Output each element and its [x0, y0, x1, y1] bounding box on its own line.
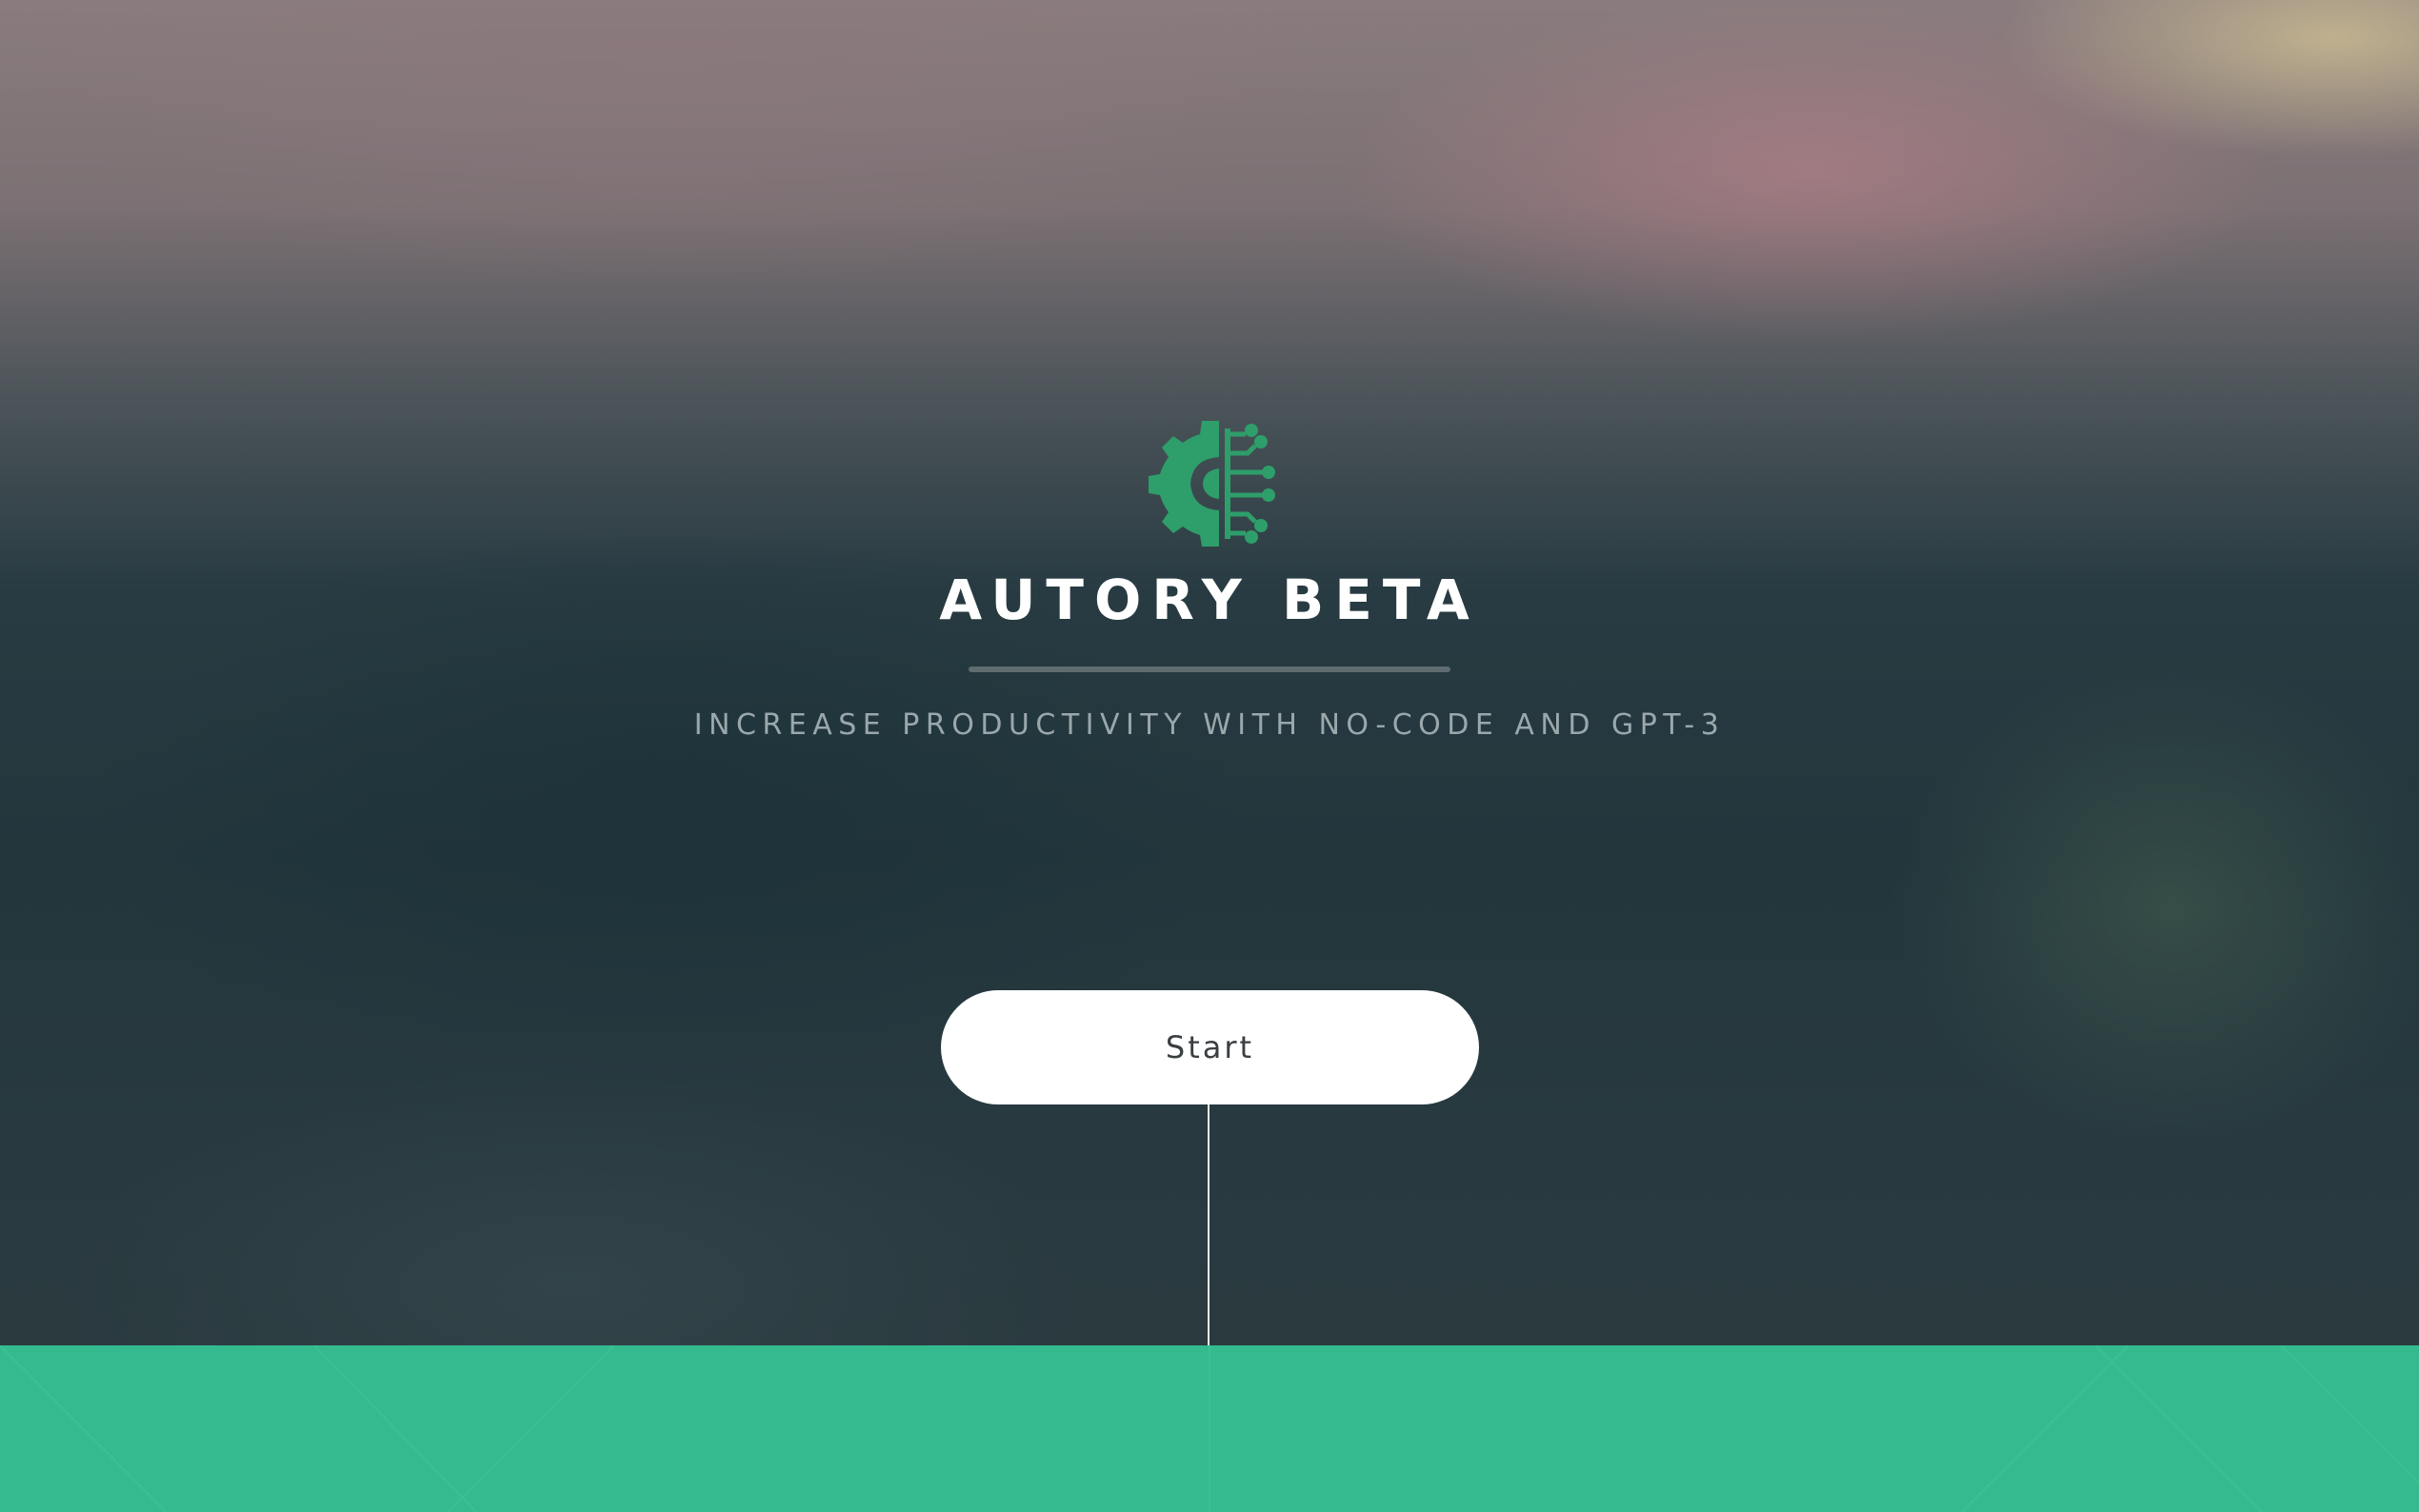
- hero-section: AUTORY BETA INCREASE PRODUCTIVITY WITH N…: [0, 0, 2419, 1345]
- page-title: AUTORY BETA: [939, 567, 1480, 632]
- gear-circuit-icon: [1149, 421, 1275, 547]
- start-button[interactable]: Start: [941, 990, 1479, 1104]
- footer-band: [0, 1345, 2419, 1512]
- scroll-indicator-line: [1208, 1104, 1210, 1345]
- title-divider: [969, 666, 1450, 672]
- footer-pattern: [0, 1345, 2419, 1512]
- page-subtitle: INCREASE PRODUCTIVITY WITH NO-CODE AND G…: [693, 708, 1726, 742]
